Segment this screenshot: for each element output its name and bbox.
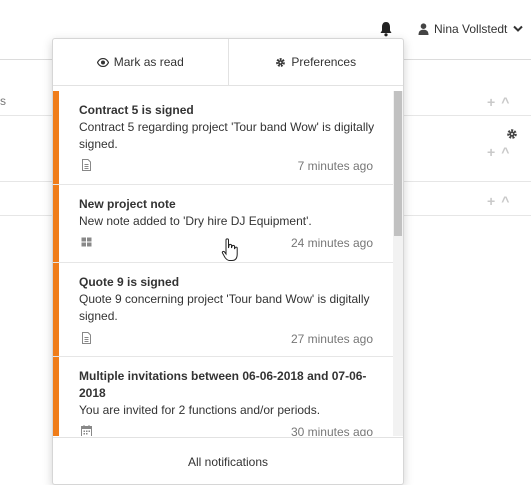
user-menu[interactable]: Nina Vollstedt <box>418 19 524 39</box>
gear-icon <box>276 57 286 67</box>
chevron-up-icon[interactable]: ^ <box>501 95 509 109</box>
bell-icon[interactable] <box>379 21 393 37</box>
scrollbar-thumb[interactable] <box>394 91 402 236</box>
chevron-down-icon <box>513 25 524 32</box>
gear-icon[interactable] <box>506 128 518 140</box>
plus-icon[interactable]: + <box>487 194 495 208</box>
notification-text: You are invited for 2 functions and/or p… <box>79 403 321 417</box>
row-controls[interactable]: + ^ <box>487 145 509 159</box>
user-name: Nina Vollstedt <box>434 22 508 36</box>
notification-text: Quote 9 concerning project 'Tour band Wo… <box>79 292 370 323</box>
notification-time: 30 minutes ago <box>290 425 373 436</box>
notification-time: 24 minutes ago <box>290 236 373 250</box>
unread-indicator <box>53 185 59 262</box>
chevron-up-icon[interactable]: ^ <box>501 194 509 208</box>
notification-item[interactable]: Contract 5 is signed Contract 5 regardin… <box>53 91 393 185</box>
preferences-button[interactable]: Preferences <box>227 39 404 85</box>
chevron-up-icon[interactable]: ^ <box>501 145 509 159</box>
row-label: s <box>0 94 6 108</box>
mark-as-read-label: Mark as read <box>113 55 184 69</box>
calendar-icon <box>81 425 92 436</box>
notification-item[interactable]: Multiple invitations between 06-06-2018 … <box>53 357 393 436</box>
mark-as-read-button[interactable]: Mark as read <box>53 39 228 85</box>
plus-icon[interactable]: + <box>487 145 495 159</box>
preferences-label: Preferences <box>291 55 357 69</box>
grid-icon <box>81 237 92 247</box>
notification-time: 7 minutes ago <box>297 159 373 173</box>
row-controls[interactable]: + ^ <box>487 95 509 109</box>
plus-icon[interactable]: + <box>487 95 495 109</box>
hand-cursor-icon <box>221 238 238 261</box>
notification-title: New project note <box>79 197 176 211</box>
notification-title: Contract 5 is signed <box>79 103 194 117</box>
notification-title: Multiple invitations between 06-06-2018 … <box>79 369 367 400</box>
unread-indicator <box>53 357 59 436</box>
notification-title: Quote 9 is signed <box>79 275 180 289</box>
unread-indicator <box>53 263 59 356</box>
document-icon <box>82 332 91 344</box>
all-notifications-label: All notifications <box>187 454 269 469</box>
user-icon <box>418 23 429 35</box>
row-controls[interactable]: + ^ <box>487 194 509 208</box>
all-notifications-link[interactable]: All notifications <box>53 437 403 484</box>
notifications-header: Mark as read Preferences <box>53 39 403 86</box>
notification-time: 27 minutes ago <box>290 332 373 346</box>
unread-indicator <box>53 91 59 184</box>
notification-text: Contract 5 regarding project 'Tour band … <box>79 120 375 151</box>
notification-item[interactable]: Quote 9 is signed Quote 9 concerning pro… <box>53 263 393 357</box>
document-icon <box>82 159 91 171</box>
eye-icon <box>96 57 109 67</box>
notification-text: New note added to 'Dry hire DJ Equipment… <box>79 214 312 228</box>
